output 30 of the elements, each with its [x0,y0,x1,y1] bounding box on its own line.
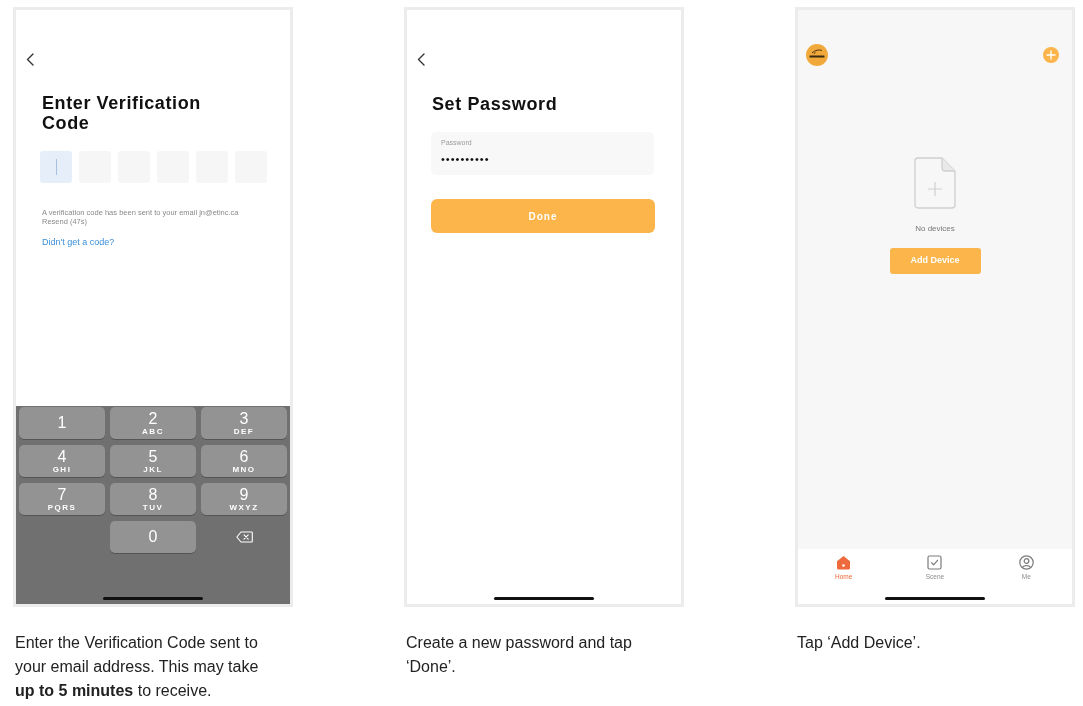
help-link[interactable]: Didn't get a code? [42,237,115,247]
text-cursor-icon [55,159,57,175]
keypad-key[interactable]: 1 [19,407,105,439]
done-button[interactable]: Done [431,199,655,233]
keypad-key[interactable]: 6 MNO [201,445,287,477]
keypad-key[interactable]: 7 PQRS [19,483,105,515]
checkbox-icon [927,555,943,570]
empty-state-text: No devices [915,224,955,234]
keypad-key[interactable]: 4 GHI [19,445,105,477]
keypad-key[interactable]: 2 ABC [110,407,196,439]
add-icon[interactable] [1043,47,1059,63]
back-icon[interactable] [26,53,34,66]
add-device-button[interactable]: Add Device [889,248,981,274]
home-icon [836,555,852,570]
keypad-key[interactable]: 9 WXYZ [201,483,287,515]
screen-title: Enter Verification Code [42,93,202,133]
keypad-key[interactable]: 3 DEF [201,407,287,439]
backspace-icon[interactable] [235,531,253,543]
logo-icon [806,44,828,66]
keypad-key[interactable]: 5 JKL [110,445,196,477]
file-plus-icon [914,157,956,209]
keypad-key[interactable]: 0 [110,521,196,553]
step-caption: Enter the Verification Code sent to your email address. This may take up to 5 minutes to receive. [15,633,260,701]
step-caption: Create a new password and tap ‘Done’. [406,633,633,677]
code-input-box[interactable] [40,151,72,183]
keypad-key[interactable]: 8 TUV [110,483,196,515]
user-icon [1018,555,1034,570]
screen-title: Set Password [432,94,558,114]
step-caption: Tap ‘Add Device’. [797,633,922,653]
back-icon[interactable] [417,53,425,66]
